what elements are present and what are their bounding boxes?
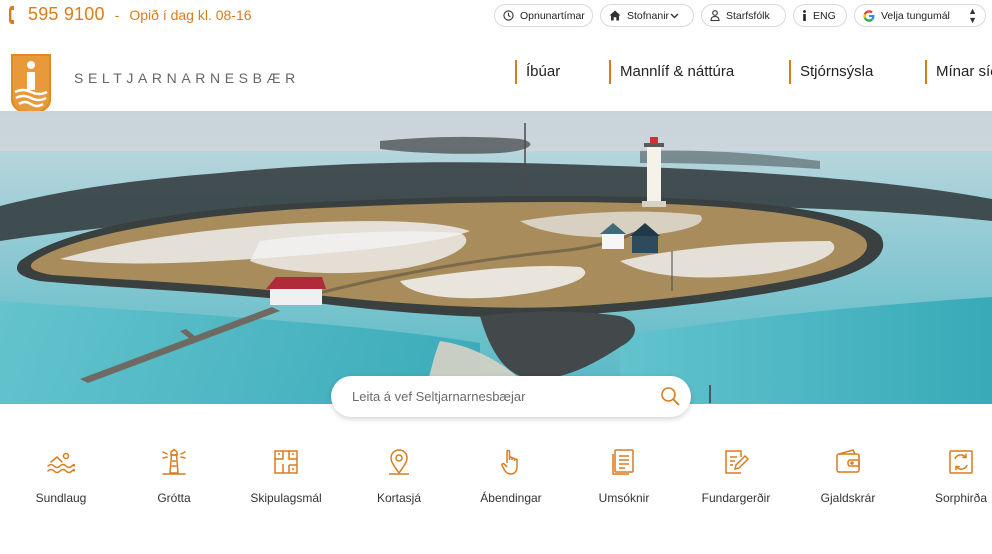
quick-link-label: Fundargerðir [701,491,771,505]
quick-links: Sundlaug Grótta Skipulagsmál Kortasjá Áb… [0,447,992,527]
english-label: ENG [813,9,836,22]
pointing-hand-icon [501,449,518,475]
quick-link-minutes[interactable]: Fundargerðir [681,447,791,505]
edit-document-icon [725,450,750,474]
quick-link-applications[interactable]: Umsóknir [569,447,679,505]
hero-landscape [0,111,992,404]
home-icon [609,10,621,21]
opening-hours-label: Opnunartímar [520,9,585,22]
quick-link-label: Sorphirða [934,491,988,505]
quick-link-feedback[interactable]: Ábendingar [456,447,566,505]
chevron-down-icon [670,13,679,18]
phone-icon [9,5,14,24]
quick-link-label: Ábendingar [480,491,542,505]
separator: - [114,6,120,23]
language-label: Velja tungumál [881,9,950,22]
phone-number[interactable]: 595 9100 [28,4,105,25]
nav-item-administration[interactable]: Stjórnsýsla [789,60,873,84]
info-icon [803,10,806,21]
quick-link-pool[interactable]: Sundlaug [6,447,116,505]
quick-link-label: Skipulagsmál [250,491,322,505]
quick-link-label: Grótta [157,491,191,505]
clock-icon [503,10,514,21]
staff-label: Starfsfólk [726,9,770,22]
floorplan-icon [274,450,298,474]
select-arrows-icon: ▲ ▼ [968,5,977,25]
user-icon [710,10,720,21]
quick-link-label: Gjaldskrár [820,491,876,505]
municipality-logo[interactable] [10,52,52,116]
quick-link-planning[interactable]: Skipulagsmál [231,447,341,505]
open-hours-text: Opið í dag kl. 08-16 [129,6,252,23]
quick-link-label: Umsóknir [598,491,650,505]
quick-link-label: Sundlaug [35,491,87,505]
site-search [331,376,691,417]
lighthouse-icon [162,448,186,475]
quick-link-waste[interactable]: Sorphirða [906,447,992,505]
recycle-icon [949,450,973,474]
swimming-icon [47,452,75,474]
nav-item-life-nature[interactable]: Mannlíf & náttúra [609,60,734,84]
institutions-label: Stofnanir [627,9,670,22]
quick-link-grotta[interactable]: Grótta [119,447,229,505]
english-button[interactable]: ENG [793,4,847,27]
search-button[interactable] [659,386,681,408]
utility-bar: 595 9100 - Opið í dag kl. 08-16 Opnunart… [0,0,992,32]
quick-link-map[interactable]: Kortasjá [344,447,454,505]
site-name[interactable]: SELTJARNARNESBÆR [74,70,300,86]
institutions-dropdown[interactable]: Stofnanir [600,4,694,27]
search-icon [661,387,680,406]
map-pin-icon [389,449,409,475]
nav-item-residents[interactable]: Íbúar [515,60,560,84]
nav-item-my-pages[interactable]: Mínar síður [925,60,992,84]
quick-link-tariffs[interactable]: Gjaldskrár [793,447,903,505]
opening-hours-button[interactable]: Opnunartímar [494,4,593,27]
google-icon [863,9,875,22]
staff-button[interactable]: Starfsfólk [701,4,786,27]
phone-info[interactable]: 595 9100 - Opið í dag kl. 08-16 [8,4,252,25]
hero-image [0,111,992,404]
language-select[interactable]: Velja tungumál ▲ ▼ [854,4,986,27]
search-input[interactable] [352,389,642,404]
quick-link-label: Kortasjá [376,491,422,505]
wallet-icon [836,449,860,473]
documents-icon [612,449,634,475]
